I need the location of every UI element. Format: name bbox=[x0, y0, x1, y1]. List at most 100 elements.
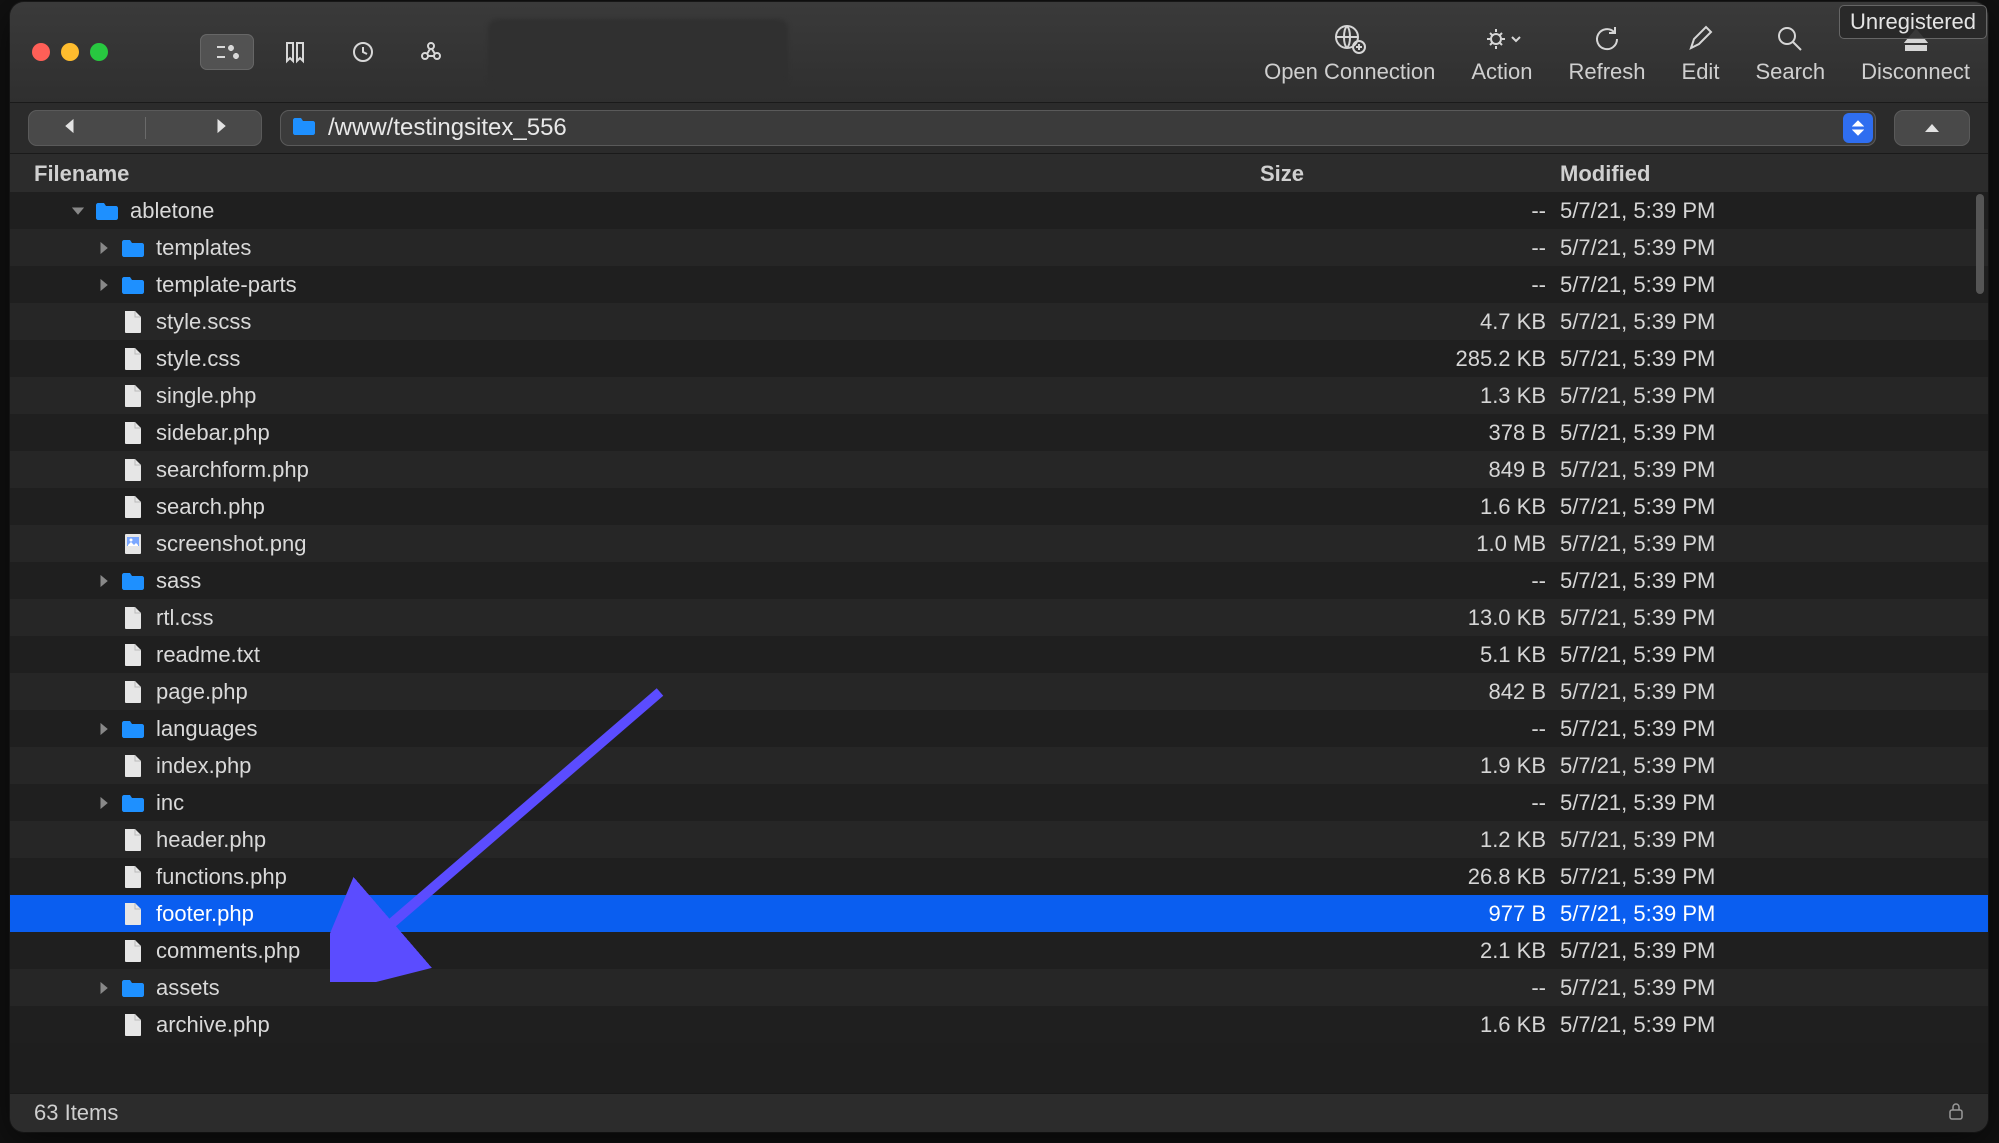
disclosure-chevron[interactable] bbox=[94, 982, 114, 994]
file-row[interactable]: sidebar.php378 B5/7/21, 5:39 PM bbox=[10, 414, 1988, 451]
file-row[interactable]: inc--5/7/21, 5:39 PM bbox=[10, 784, 1988, 821]
path-history-stepper[interactable] bbox=[1843, 113, 1873, 143]
file-modified: 5/7/21, 5:39 PM bbox=[1560, 383, 1988, 409]
file-name: functions.php bbox=[156, 864, 287, 890]
path-input[interactable] bbox=[326, 113, 1876, 143]
file-icon bbox=[120, 494, 146, 520]
file-modified: 5/7/21, 5:39 PM bbox=[1560, 272, 1988, 298]
file-list[interactable]: abletone--5/7/21, 5:39 PMtemplates--5/7/… bbox=[10, 192, 1988, 1094]
gear-chevron-icon bbox=[1482, 19, 1522, 59]
file-row[interactable]: rtl.css13.0 KB5/7/21, 5:39 PM bbox=[10, 599, 1988, 636]
file-row[interactable]: assets--5/7/21, 5:39 PM bbox=[10, 969, 1988, 1006]
file-row[interactable]: comments.php2.1 KB5/7/21, 5:39 PM bbox=[10, 932, 1988, 969]
file-size: 849 B bbox=[1246, 457, 1560, 483]
file-size: 285.2 KB bbox=[1246, 346, 1560, 372]
nav-forward-button[interactable] bbox=[213, 118, 229, 139]
file-size: -- bbox=[1246, 568, 1560, 594]
scrollbar-thumb[interactable] bbox=[1976, 194, 1984, 294]
window-controls bbox=[32, 43, 108, 61]
file-row[interactable]: style.scss4.7 KB5/7/21, 5:39 PM bbox=[10, 303, 1988, 340]
file-modified: 5/7/21, 5:39 PM bbox=[1560, 938, 1988, 964]
file-modified: 5/7/21, 5:39 PM bbox=[1560, 494, 1988, 520]
file-row[interactable]: screenshot.png1.0 MB5/7/21, 5:39 PM bbox=[10, 525, 1988, 562]
item-count: 63 Items bbox=[34, 1100, 118, 1126]
disclosure-chevron[interactable] bbox=[68, 206, 88, 216]
file-icon bbox=[120, 420, 146, 446]
file-row[interactable]: functions.php26.8 KB5/7/21, 5:39 PM bbox=[10, 858, 1988, 895]
file-size: -- bbox=[1246, 790, 1560, 816]
status-bar: 63 Items bbox=[10, 1093, 1988, 1132]
column-header-size[interactable]: Size bbox=[1260, 161, 1560, 187]
column-header-modified[interactable]: Modified bbox=[1560, 161, 1988, 187]
refresh-button[interactable]: Refresh bbox=[1550, 2, 1663, 102]
file-icon bbox=[120, 1012, 146, 1038]
column-header-filename[interactable]: Filename bbox=[10, 161, 1260, 187]
file-row[interactable]: search.php1.6 KB5/7/21, 5:39 PM bbox=[10, 488, 1988, 525]
file-row[interactable]: page.php842 B5/7/21, 5:39 PM bbox=[10, 673, 1988, 710]
file-row[interactable]: readme.txt5.1 KB5/7/21, 5:39 PM bbox=[10, 636, 1988, 673]
file-row[interactable]: sass--5/7/21, 5:39 PM bbox=[10, 562, 1988, 599]
search-icon bbox=[1775, 19, 1805, 59]
file-name: header.php bbox=[156, 827, 266, 853]
unregistered-badge: Unregistered bbox=[1839, 5, 1987, 39]
file-modified: 5/7/21, 5:39 PM bbox=[1560, 457, 1988, 483]
file-row[interactable]: template-parts--5/7/21, 5:39 PM bbox=[10, 266, 1988, 303]
file-row[interactable]: index.php1.9 KB5/7/21, 5:39 PM bbox=[10, 747, 1988, 784]
file-size: 13.0 KB bbox=[1246, 605, 1560, 631]
zoom-window-button[interactable] bbox=[90, 43, 108, 61]
file-icon bbox=[120, 383, 146, 409]
file-row[interactable]: templates--5/7/21, 5:39 PM bbox=[10, 229, 1988, 266]
file-name: search.php bbox=[156, 494, 265, 520]
file-row[interactable]: languages--5/7/21, 5:39 PM bbox=[10, 710, 1988, 747]
file-size: 1.9 KB bbox=[1246, 753, 1560, 779]
file-row[interactable]: abletone--5/7/21, 5:39 PM bbox=[10, 192, 1988, 229]
file-name: languages bbox=[156, 716, 258, 742]
file-name: readme.txt bbox=[156, 642, 260, 668]
file-name: comments.php bbox=[156, 938, 300, 964]
file-icon bbox=[120, 938, 146, 964]
folder-icon bbox=[94, 198, 120, 224]
file-size: -- bbox=[1246, 272, 1560, 298]
file-size: -- bbox=[1246, 235, 1560, 261]
file-icon bbox=[120, 753, 146, 779]
app-window: Open Connection Action Refresh Edit bbox=[10, 2, 1988, 1132]
file-icon bbox=[120, 346, 146, 372]
disclosure-chevron[interactable] bbox=[94, 797, 114, 809]
file-name: index.php bbox=[156, 753, 251, 779]
file-name: sass bbox=[156, 568, 201, 594]
close-window-button[interactable] bbox=[32, 43, 50, 61]
file-row[interactable]: archive.php1.6 KB5/7/21, 5:39 PM bbox=[10, 1006, 1988, 1043]
disclosure-chevron[interactable] bbox=[94, 723, 114, 735]
file-name: rtl.css bbox=[156, 605, 213, 631]
disclosure-chevron[interactable] bbox=[94, 575, 114, 587]
file-modified: 5/7/21, 5:39 PM bbox=[1560, 1012, 1988, 1038]
disclosure-chevron[interactable] bbox=[94, 279, 114, 291]
bookmarks-button[interactable] bbox=[268, 34, 322, 70]
nav-back-button[interactable] bbox=[62, 118, 78, 139]
search-button[interactable]: Search bbox=[1737, 2, 1843, 102]
file-icon bbox=[120, 827, 146, 853]
path-field[interactable] bbox=[280, 110, 1876, 146]
go-up-button[interactable] bbox=[1894, 110, 1970, 146]
open-connection-button[interactable]: Open Connection bbox=[1246, 2, 1453, 102]
bonjour-button[interactable] bbox=[404, 34, 458, 70]
quick-connect-button[interactable] bbox=[200, 34, 254, 70]
file-name: footer.php bbox=[156, 901, 254, 927]
minimize-window-button[interactable] bbox=[61, 43, 79, 61]
history-button[interactable] bbox=[336, 34, 390, 70]
pencil-icon bbox=[1685, 19, 1715, 59]
file-row[interactable]: single.php1.3 KB5/7/21, 5:39 PM bbox=[10, 377, 1988, 414]
titlebar: Open Connection Action Refresh Edit bbox=[10, 2, 1988, 103]
edit-button[interactable]: Edit bbox=[1664, 2, 1738, 102]
file-row[interactable]: searchform.php 849 B5/7/21, 5:39 PM bbox=[10, 451, 1988, 488]
file-row[interactable]: header.php1.2 KB5/7/21, 5:39 PM bbox=[10, 821, 1988, 858]
action-button[interactable]: Action bbox=[1453, 2, 1550, 102]
file-name: searchform.php bbox=[156, 457, 309, 483]
file-row[interactable]: footer.php977 B5/7/21, 5:39 PM bbox=[10, 895, 1988, 932]
file-modified: 5/7/21, 5:39 PM bbox=[1560, 235, 1988, 261]
file-modified: 5/7/21, 5:39 PM bbox=[1560, 531, 1988, 557]
disclosure-chevron[interactable] bbox=[94, 242, 114, 254]
file-row[interactable]: style.css285.2 KB5/7/21, 5:39 PM bbox=[10, 340, 1988, 377]
navigation-bar bbox=[10, 103, 1988, 154]
file-name: page.php bbox=[156, 679, 248, 705]
